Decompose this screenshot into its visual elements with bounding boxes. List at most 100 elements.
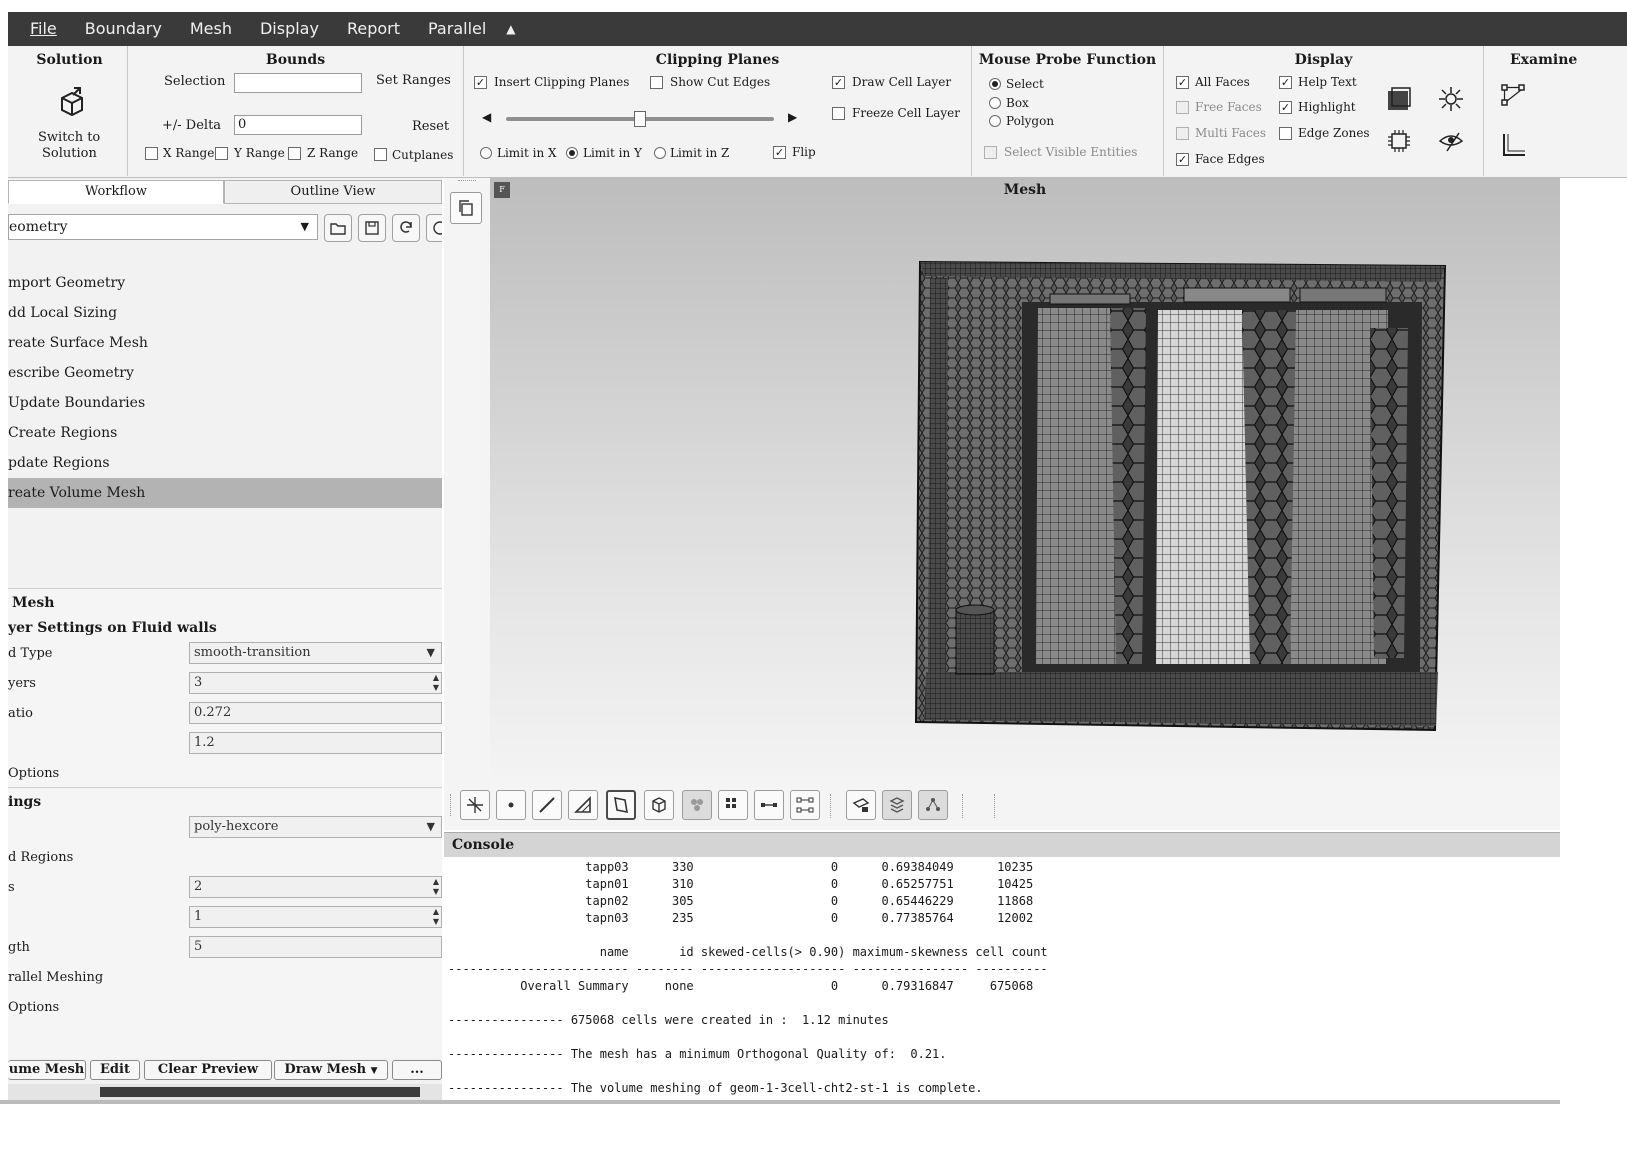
limit-z-radio[interactable] (654, 147, 666, 159)
layers-stepper[interactable]: 3 ▲ ▼ (189, 672, 442, 694)
workflow-step-add-local-sizing[interactable]: dd Local Sizing (8, 298, 442, 328)
workflow-step-import-geometry[interactable]: mport Geometry (8, 268, 442, 298)
visibility-button[interactable] (1434, 124, 1468, 158)
select-point-button[interactable] (496, 790, 526, 820)
menu-boundary[interactable]: Boundary (71, 12, 176, 46)
workflow-step-create-surface-mesh[interactable]: reate Surface Mesh (8, 328, 442, 358)
cutplanes-checkbox[interactable] (374, 148, 387, 161)
reset-button[interactable]: Reset (412, 119, 449, 134)
set-ranges-button[interactable]: Set Ranges (376, 73, 451, 88)
select-object-button[interactable] (718, 790, 748, 820)
refresh-workflow-button[interactable] (392, 214, 420, 242)
select-body-button[interactable] (682, 790, 712, 820)
scatter-button[interactable] (918, 790, 948, 820)
switch-to-solution-button[interactable] (52, 82, 92, 122)
multi-faces-checkbox[interactable] (1176, 127, 1189, 140)
select-zone-button[interactable] (606, 790, 636, 820)
selection-input[interactable] (234, 73, 362, 93)
rotate-view-button[interactable] (460, 790, 490, 820)
horizontal-scrollbar[interactable] (8, 1084, 442, 1100)
more-button[interactable]: ... (392, 1060, 442, 1080)
tab-workflow[interactable]: Workflow (8, 180, 224, 204)
cube-icon (652, 797, 666, 813)
highlight-checkbox[interactable]: ✓ (1279, 101, 1292, 114)
draw-cell-layer-checkbox[interactable]: ✓ (832, 76, 845, 89)
workflow-step-describe-geometry[interactable]: escribe Geometry (8, 358, 442, 388)
examine-angle-button[interactable] (1496, 128, 1530, 162)
show-cut-edges-checkbox[interactable] (650, 76, 663, 89)
menu-file[interactable]: File (8, 12, 71, 46)
probe-button[interactable] (846, 790, 876, 820)
open-workflow-button[interactable] (324, 214, 352, 242)
help-text-checkbox[interactable]: ✓ (1279, 76, 1292, 89)
caret-up-icon[interactable]: ▲ (506, 22, 515, 36)
options-label-1[interactable]: Options (8, 766, 59, 781)
menu-display[interactable]: Display (246, 12, 333, 46)
offset-type-select[interactable]: smooth-transition ▼ (189, 642, 442, 664)
freeze-cell-layer-checkbox[interactable] (832, 107, 845, 120)
limit-x-radio[interactable] (480, 147, 492, 159)
select-visible-checkbox[interactable] (984, 146, 997, 159)
draw-cell-layer-label: Draw Cell Layer (852, 75, 952, 89)
console-panel[interactable]: Console tapp03 330 0 0.69384049 10235 ta… (444, 832, 1560, 1100)
delta-input[interactable]: 0 (234, 115, 362, 135)
scrollbar-thumb[interactable] (100, 1087, 420, 1097)
toolbar-grip[interactable] (450, 794, 454, 816)
select-edge-loop-button[interactable] (754, 790, 784, 820)
z-range-checkbox[interactable] (288, 147, 301, 160)
spinner-icon[interactable]: ▲ ▼ (433, 877, 439, 897)
help-workflow-button[interactable] (426, 214, 442, 242)
probe-box-radio[interactable] (989, 97, 1001, 109)
max-length-field[interactable]: 5 (189, 936, 442, 958)
workflow-select[interactable]: eometry ▼ (8, 214, 318, 240)
menu-report[interactable]: Report (333, 12, 414, 46)
menu-mesh[interactable]: Mesh (176, 12, 246, 46)
edge-zones-checkbox[interactable] (1279, 127, 1292, 140)
y-range-checkbox[interactable] (215, 147, 228, 160)
options-label-2[interactable]: Options (8, 1000, 59, 1015)
fill-with-select[interactable]: poly-hexcore ▼ (189, 816, 442, 838)
multi-body-button[interactable] (882, 790, 912, 820)
flip-checkbox[interactable]: ✓ (773, 146, 786, 159)
all-faces-checkbox[interactable]: ✓ (1176, 76, 1189, 89)
graphics-viewport[interactable]: F Mesh (490, 178, 1560, 786)
slider-left-arrow[interactable]: ◀ (482, 110, 491, 124)
console-output[interactable]: tapp03 330 0 0.69384049 10235 tapn01 310… (444, 857, 1560, 1097)
edit-button[interactable]: Edit (90, 1060, 140, 1080)
growth-rate-field[interactable]: 1.2 (189, 732, 442, 754)
face-edges-checkbox[interactable]: ✓ (1176, 153, 1189, 166)
limit-y-radio[interactable] (566, 147, 578, 159)
insert-clipping-checkbox[interactable]: ✓ (474, 76, 487, 89)
clipping-slider-thumb[interactable] (634, 111, 646, 127)
probe-select-radio[interactable] (989, 78, 1001, 90)
select-cell-button[interactable] (644, 790, 674, 820)
select-face-button[interactable] (568, 790, 598, 820)
side-grip[interactable] (458, 180, 476, 184)
menu-parallel[interactable]: Parallel (414, 12, 500, 46)
workflow-step-update-boundaries[interactable]: Update Boundaries (8, 388, 442, 418)
spinner-icon[interactable]: ▲ ▼ (433, 907, 439, 927)
copy-view-button[interactable] (450, 192, 482, 224)
lights-button[interactable] (1434, 82, 1468, 116)
generate-volume-mesh-button[interactable]: ume Mesh (8, 1060, 86, 1080)
workflow-step-create-regions[interactable]: Create Regions (8, 418, 442, 448)
select-node-button[interactable] (790, 790, 820, 820)
select-edge-button[interactable] (532, 790, 562, 820)
min-cell-stepper[interactable]: 1 ▲ ▼ (189, 906, 442, 928)
free-faces-checkbox[interactable] (1176, 101, 1189, 114)
workflow-step-create-volume-mesh[interactable]: reate Volume Mesh (8, 478, 442, 508)
workflow-step-update-regions[interactable]: pdate Regions (8, 448, 442, 478)
probe-polygon-radio[interactable] (989, 115, 1001, 127)
solid-faces-button[interactable] (1382, 82, 1416, 116)
examine-nodes-button[interactable] (1496, 78, 1530, 112)
tab-outline-view[interactable]: Outline View (224, 180, 442, 204)
save-workflow-button[interactable] (358, 214, 386, 242)
spinner-icon[interactable]: ▲ ▼ (433, 673, 439, 693)
x-range-checkbox[interactable] (145, 147, 158, 160)
mesh-display-button[interactable] (1382, 124, 1416, 158)
clear-preview-button[interactable]: Clear Preview (144, 1060, 272, 1080)
slider-right-arrow[interactable]: ▶ (788, 110, 797, 124)
ratio-field[interactable]: 0.272 (189, 702, 442, 724)
draw-mesh-button[interactable]: Draw Mesh ▼ (274, 1060, 388, 1080)
peel-layers-stepper[interactable]: 2 ▲ ▼ (189, 876, 442, 898)
